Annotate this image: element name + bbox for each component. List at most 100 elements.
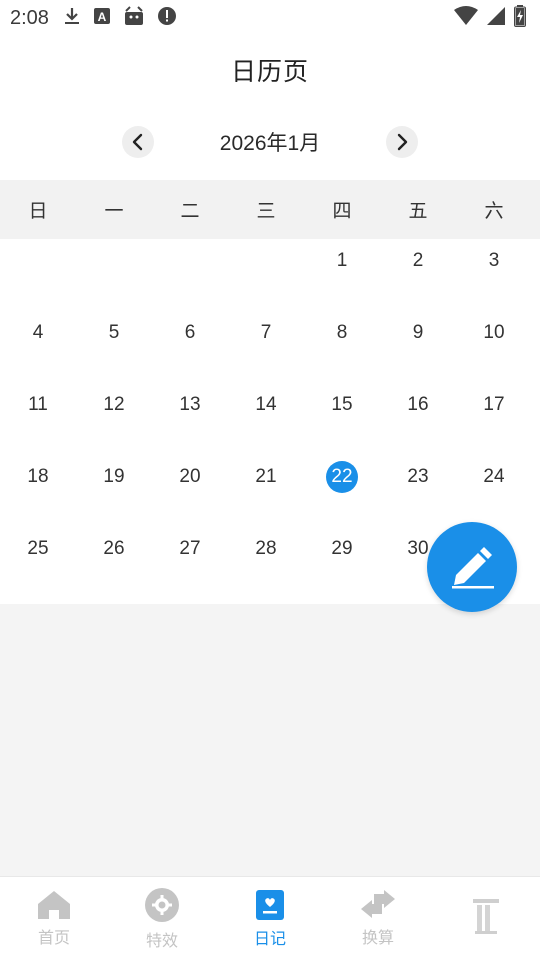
day-number: 3 bbox=[488, 250, 500, 271]
weekday-label: 四 bbox=[332, 200, 352, 222]
day-number: 12 bbox=[103, 394, 125, 415]
notification-icons: A bbox=[63, 6, 177, 30]
day-cell[interactable]: 29 bbox=[304, 527, 380, 599]
day-cell[interactable]: 23 bbox=[380, 455, 456, 527]
day-cell[interactable]: 15 bbox=[304, 383, 380, 455]
exchange-icon bbox=[361, 889, 395, 918]
day-cell-selected[interactable]: 22 bbox=[304, 455, 380, 527]
day-cell[interactable]: 17 bbox=[456, 383, 532, 455]
day-cell[interactable]: 18 bbox=[0, 455, 76, 527]
chevron-left-icon bbox=[132, 133, 143, 151]
day-number: 9 bbox=[412, 322, 424, 343]
day-cell[interactable]: 28 bbox=[228, 527, 304, 599]
write-diary-fab[interactable] bbox=[427, 522, 517, 612]
day-cell[interactable]: 12 bbox=[76, 383, 152, 455]
wifi-icon bbox=[454, 6, 478, 30]
home-icon bbox=[38, 890, 70, 919]
nav-label: 首页 bbox=[37, 927, 70, 947]
day-number: 23 bbox=[407, 466, 429, 487]
nav-label: 特效 bbox=[145, 930, 178, 950]
nav-label: 日记 bbox=[253, 928, 286, 948]
day-number: 6 bbox=[184, 322, 196, 343]
weekday-label: 六 bbox=[484, 200, 504, 222]
bottom-navigation: 首页 特效 日记 换算 bbox=[0, 876, 540, 960]
title-bar: 日历页 bbox=[0, 36, 540, 104]
day-cell[interactable]: 21 bbox=[228, 455, 304, 527]
day-cell[interactable]: 13 bbox=[152, 383, 228, 455]
content-area bbox=[0, 604, 540, 876]
svg-text:A: A bbox=[98, 10, 107, 24]
next-month-button[interactable] bbox=[386, 126, 418, 158]
day-cell[interactable]: 1 bbox=[304, 239, 380, 311]
day-cell[interactable]: 2 bbox=[380, 239, 456, 311]
weekday-label: 三 bbox=[256, 200, 276, 222]
day-cell-empty bbox=[228, 239, 304, 311]
day-cell[interactable]: 3 bbox=[456, 239, 532, 311]
day-cell[interactable]: 5 bbox=[76, 311, 152, 383]
weekday-label: 二 bbox=[180, 200, 200, 222]
nav-label: 换算 bbox=[361, 927, 394, 947]
day-number: 10 bbox=[483, 322, 505, 343]
day-number: 21 bbox=[255, 466, 277, 487]
day-number: 1 bbox=[336, 250, 348, 271]
page-title: 日历页 bbox=[230, 57, 309, 86]
day-number: 16 bbox=[407, 394, 429, 415]
day-number: 26 bbox=[103, 538, 125, 559]
status-left: 2:08 A bbox=[10, 6, 177, 30]
day-cell-empty bbox=[152, 239, 228, 311]
day-cell[interactable]: 19 bbox=[76, 455, 152, 527]
download-icon bbox=[63, 6, 81, 30]
day-number: 25 bbox=[27, 538, 49, 559]
day-number: 8 bbox=[336, 322, 348, 343]
nav-item-diary[interactable]: 日记 bbox=[216, 877, 324, 960]
signal-icon bbox=[486, 6, 506, 30]
weekday-label: 一 bbox=[104, 200, 124, 222]
week-row: 1 2 3 bbox=[0, 239, 540, 311]
month-navigation: 2026年1月 bbox=[0, 118, 540, 166]
weekday-label: 日 bbox=[28, 200, 48, 222]
weekday-label: 五 bbox=[408, 200, 428, 222]
nav-item-effects[interactable]: 特效 bbox=[108, 877, 216, 960]
day-cell[interactable]: 27 bbox=[152, 527, 228, 599]
day-cell[interactable]: 25 bbox=[0, 527, 76, 599]
pencil-icon bbox=[452, 547, 494, 589]
day-number: 13 bbox=[179, 394, 201, 415]
day-number: 4 bbox=[32, 322, 44, 343]
status-right bbox=[454, 5, 526, 31]
weekday-header: 日 一 二 三 四 五 六 bbox=[0, 180, 540, 239]
day-number: 24 bbox=[483, 466, 505, 487]
status-bar: 2:08 A bbox=[0, 0, 540, 36]
day-cell[interactable]: 10 bbox=[456, 311, 532, 383]
day-number: 29 bbox=[331, 538, 353, 559]
day-cell[interactable]: 7 bbox=[228, 311, 304, 383]
month-label: 2026年1月 bbox=[219, 132, 321, 155]
week-row: 11 12 13 14 15 16 17 bbox=[0, 383, 540, 455]
day-cell[interactable]: 24 bbox=[456, 455, 532, 527]
week-row: 4 5 6 7 8 9 10 bbox=[0, 311, 540, 383]
day-number: 19 bbox=[103, 466, 125, 487]
day-number: 7 bbox=[260, 322, 272, 343]
alert-icon bbox=[157, 6, 177, 30]
day-cell[interactable]: 11 bbox=[0, 383, 76, 455]
nav-item-convert[interactable]: 换算 bbox=[324, 877, 432, 960]
previous-month-button[interactable] bbox=[122, 126, 154, 158]
day-cell[interactable]: 9 bbox=[380, 311, 456, 383]
day-number: 15 bbox=[331, 394, 353, 415]
day-cell[interactable]: 26 bbox=[76, 527, 152, 599]
status-time: 2:08 bbox=[10, 6, 49, 29]
day-number: 20 bbox=[179, 466, 201, 487]
day-number: 11 bbox=[28, 394, 48, 415]
day-cell[interactable]: 8 bbox=[304, 311, 380, 383]
nav-item-home[interactable]: 首页 bbox=[0, 877, 108, 960]
day-cell[interactable]: 4 bbox=[0, 311, 76, 383]
day-number: 28 bbox=[255, 538, 277, 559]
day-cell[interactable]: 14 bbox=[228, 383, 304, 455]
day-number: 17 bbox=[483, 394, 505, 415]
nav-item-more[interactable] bbox=[432, 877, 540, 960]
pillar-icon bbox=[473, 898, 499, 934]
day-number: 18 bbox=[27, 466, 49, 487]
day-cell[interactable]: 6 bbox=[152, 311, 228, 383]
day-cell[interactable]: 16 bbox=[380, 383, 456, 455]
day-cell[interactable]: 20 bbox=[152, 455, 228, 527]
chevron-right-icon bbox=[397, 133, 408, 151]
